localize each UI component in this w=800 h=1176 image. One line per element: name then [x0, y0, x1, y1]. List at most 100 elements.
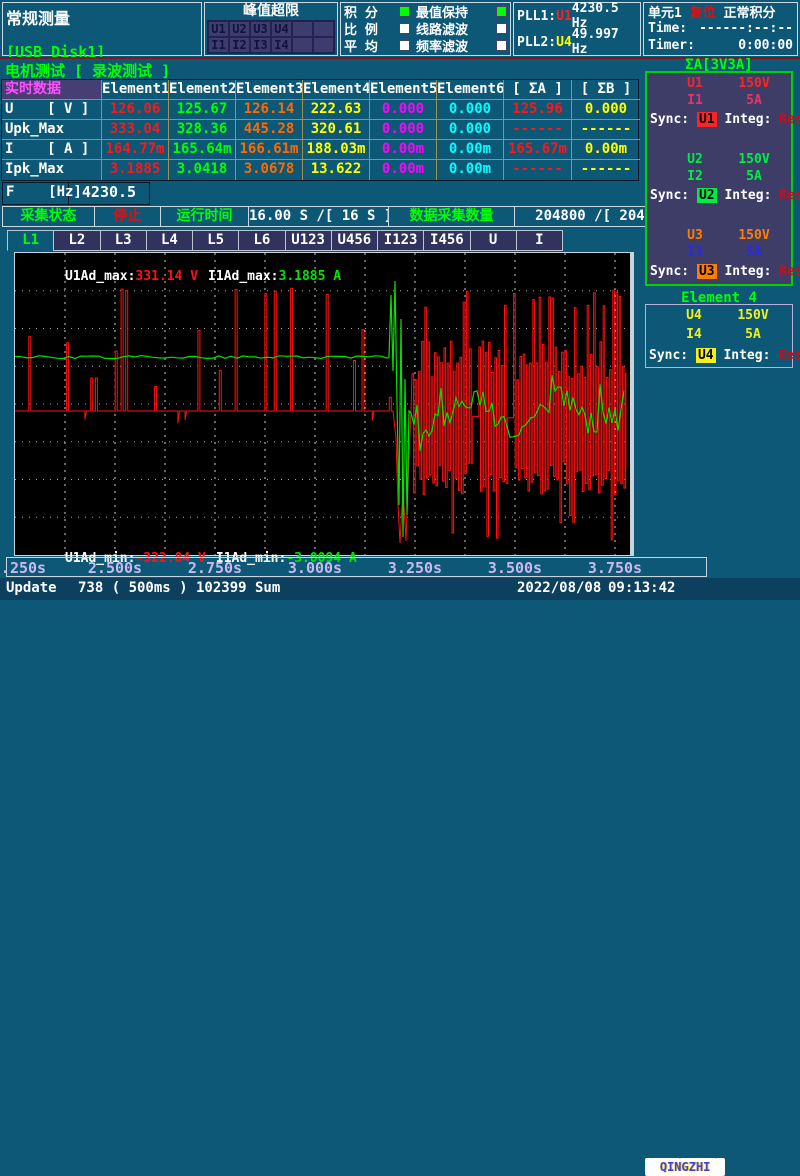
average-toggle[interactable]: [399, 40, 410, 51]
max-hold-toggle[interactable]: [496, 6, 507, 17]
i3-channel: I3: [665, 245, 725, 262]
u1-range: 150V: [725, 76, 783, 93]
tab-l1[interactable]: L1: [7, 230, 54, 251]
u4-channel: U4: [664, 308, 724, 325]
pll2-label: PLL2:: [517, 35, 556, 50]
unit-name: 单元1: [648, 2, 682, 21]
sum-wiring-panel: U1150V I15A Sync: U1 Integ: Reset U2150V…: [645, 71, 793, 286]
integ-reset[interactable]: Reset: [778, 348, 800, 363]
integ-reset[interactable]: Reset: [779, 188, 800, 203]
table-row: Upk_Max 333.04 328.36 445.28 320.61 0.00…: [2, 120, 638, 140]
table-cell: 13.622: [303, 160, 370, 180]
peak-cell-empty: [313, 37, 334, 53]
timer-value: 0:00:00: [738, 38, 793, 53]
axis-tick: 3.000s: [275, 559, 355, 577]
table-cell: ------: [504, 120, 572, 140]
table-cell: ------: [504, 160, 572, 180]
column-header: Element2: [169, 80, 236, 100]
tab-i123[interactable]: I123: [377, 230, 424, 251]
table-cell: 0.00m: [437, 160, 504, 180]
table-cell: 166.61m: [236, 140, 303, 160]
pll2-source: U4: [556, 35, 572, 50]
peak-overlimit-panel: 峰值超限 U1 U2 U3 U4 I1 I2 I3 I4: [204, 2, 338, 56]
waveform-max-annotation: U1Ad_max:331.14 VI1Ad_max:3.1885 A: [18, 254, 341, 299]
average-toggle-label: 平 均: [344, 36, 378, 55]
u2-range: 150V: [725, 152, 783, 169]
table-cell: 0.00m: [572, 140, 640, 160]
integral-toggle[interactable]: [399, 6, 410, 17]
table-cell: 333.04: [102, 120, 169, 140]
table-cell: 125.96: [504, 100, 572, 120]
filter-toggle-panel: 积 分 比 例 平 均 最值保持 线路滤波 频率滤波: [340, 2, 511, 56]
sync-source-badge[interactable]: U3: [697, 264, 717, 279]
sync-source-badge[interactable]: U2: [697, 188, 717, 203]
test-mode-label: 电机测试 [ 录波测试 ]: [5, 60, 170, 81]
i2-range: 5A: [725, 169, 783, 186]
table-corner-label: 实时数据: [2, 80, 102, 100]
axis-tick: 2.500s: [75, 559, 155, 577]
axis-tick: 2.750s: [175, 559, 255, 577]
sync-label: Sync:: [650, 188, 697, 203]
u-max-value: 331.14 V: [135, 269, 198, 284]
column-header: Element6: [437, 80, 504, 100]
integ-reset-indicator[interactable]: 复位: [690, 2, 716, 21]
time-label: Time:: [648, 21, 687, 36]
u1-channel: U1: [665, 76, 725, 93]
table-header-row: 实时数据 Element1 Element2 Element3 Element4…: [2, 80, 638, 100]
freq-filter-toggle-label: 频率滤波: [416, 36, 468, 55]
table-cell: 3.0678: [236, 160, 303, 180]
channel-tab-bar: L1 L2 L3 L4 L5 L6 U123 U456 I123 I456 U …: [7, 230, 563, 251]
peak-cell-i4: I4: [271, 37, 292, 53]
table-cell: 126.06: [102, 100, 169, 120]
tab-l2[interactable]: L2: [53, 230, 100, 251]
page-title: 常规测量: [3, 3, 201, 29]
time-axis: 2.250s 2.500s 2.750s 3.000s 3.250s 3.500…: [6, 557, 707, 577]
pll-panel: PLL1: U1 4230.5 Hz PLL2: U4 49.997 Hz: [513, 2, 641, 56]
timer-label: Timer:: [648, 38, 695, 53]
vendor-logo: QINGZHI: [645, 1158, 725, 1176]
integ-reset[interactable]: Reset: [779, 112, 800, 127]
peak-overlimit-title: 峰值超限: [205, 3, 337, 19]
acquisition-status-bar: 采集状态 停止 运行时间 16.00 S /[ 16 S ] 数据采集数量 20…: [2, 206, 708, 227]
column-header: Element5: [370, 80, 437, 100]
i-max-label: I1Ad_max:: [208, 269, 278, 284]
table-cell: 0.000: [572, 100, 640, 120]
frequency-readout: F [Hz] 4230.5: [2, 182, 150, 205]
tab-u123[interactable]: U123: [285, 230, 332, 251]
u3-range: 150V: [725, 228, 783, 245]
tab-l4[interactable]: L4: [146, 230, 193, 251]
axis-tick: 3.250s: [375, 559, 455, 577]
element-group-3: U3150V I35A Sync: U3 Integ: Reset: [647, 228, 791, 280]
element4-panel: U4150V I45A Sync: U4 Integ: Reset: [645, 304, 793, 368]
tab-u456[interactable]: U456: [331, 230, 378, 251]
table-cell: 164.77m: [102, 140, 169, 160]
table-row: U [ V ] 126.06 125.67 126.14 222.63 0.00…: [2, 100, 638, 120]
column-header: [ ΣA ]: [504, 80, 572, 100]
sync-source-badge[interactable]: U1: [697, 112, 717, 127]
update-counter: 738 ( 500ms ) 102399 Sum: [78, 580, 280, 596]
u-max-label: U1Ad_max:: [65, 269, 135, 284]
line-filter-toggle[interactable]: [496, 23, 507, 34]
integ-label: Integ:: [716, 348, 779, 363]
date-value: 2022/08/08: [517, 580, 601, 596]
sample-count-label: 数据采集数量: [389, 207, 515, 226]
pll1-source: U1: [556, 9, 572, 24]
integ-reset[interactable]: Reset: [779, 264, 800, 279]
ratio-toggle[interactable]: [399, 23, 410, 34]
tab-u[interactable]: U: [470, 230, 517, 251]
integ-label: Integ:: [717, 112, 780, 127]
runtime-label: 运行时间: [161, 207, 249, 226]
sync-source-badge[interactable]: U4: [696, 348, 716, 363]
tab-l6[interactable]: L6: [238, 230, 285, 251]
u3-channel: U3: [665, 228, 725, 245]
integ-label: Integ:: [717, 188, 780, 203]
tab-i[interactable]: I: [516, 230, 563, 251]
tab-i456[interactable]: I456: [423, 230, 470, 251]
table-cell: 126.14: [236, 100, 303, 120]
freq-filter-toggle[interactable]: [496, 40, 507, 51]
peak-cell-empty: [313, 21, 334, 37]
acq-status-value: 停止: [95, 207, 161, 226]
i1-range: 5A: [725, 93, 783, 110]
tab-l5[interactable]: L5: [192, 230, 239, 251]
tab-l3[interactable]: L3: [100, 230, 147, 251]
